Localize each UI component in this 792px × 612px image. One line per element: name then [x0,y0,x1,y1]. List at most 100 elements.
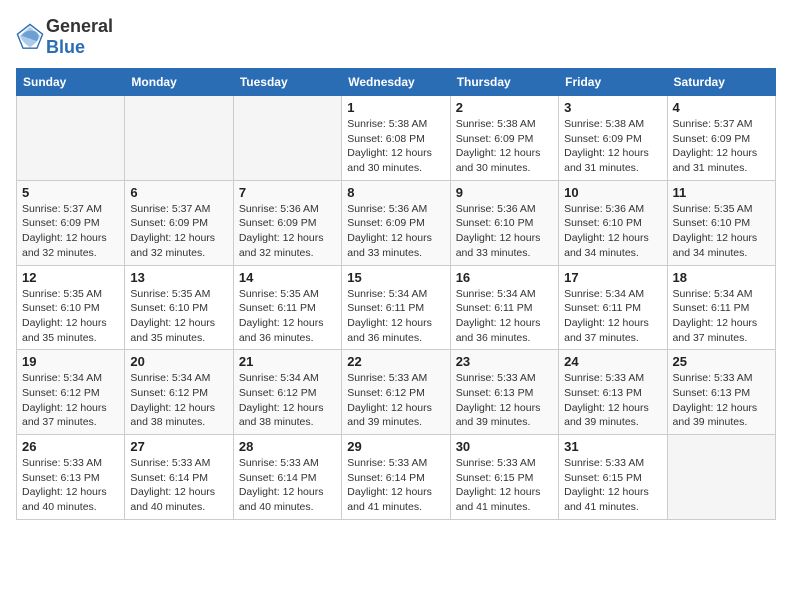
calendar-cell: 21Sunrise: 5:34 AM Sunset: 6:12 PM Dayli… [233,350,341,435]
weekday-header: Friday [559,69,667,96]
day-info: Sunrise: 5:37 AM Sunset: 6:09 PM Dayligh… [130,202,227,261]
day-info: Sunrise: 5:38 AM Sunset: 6:09 PM Dayligh… [456,117,553,176]
calendar-cell: 25 Sunrise: 5:33 AM Sunset: 6:13 PM Dayli… [667,350,775,435]
day-number: 5 [22,185,119,200]
calendar-cell: 8 Sunrise: 5:36 AM Sunset: 6:09 PM Daylig… [342,180,450,265]
day-info: Sunrise: 5:33 AM Sunset: 6:14 PM Dayligh… [347,456,444,515]
day-number: 24 [564,354,661,369]
day-info: Sunrise: 5:33 AM Sunset: 6:14 PM Dayligh… [239,456,336,515]
day-number: 25 [673,354,770,369]
calendar-cell: 1 Sunrise: 5:38 AM Sunset: 6:08 PM Daylig… [342,96,450,181]
calendar-cell: 26Sunrise: 5:33 AM Sunset: 6:13 PM Dayli… [17,435,125,520]
day-number: 15 [347,270,444,285]
day-number: 27 [130,439,227,454]
day-info: Sunrise: 5:38 AM Sunset: 6:08 PM Dayligh… [347,117,444,176]
calendar-cell: 5 Sunrise: 5:37 AM Sunset: 6:09 PM Daylig… [17,180,125,265]
day-info: Sunrise: 5:35 AM Sunset: 6:10 PM Dayligh… [673,202,770,261]
calendar-cell: 15 Sunrise: 5:34 AM Sunset: 6:11 PM Dayli… [342,265,450,350]
calendar-cell [17,96,125,181]
day-number: 17 [564,270,661,285]
day-number: 7 [239,185,336,200]
day-number: 31 [564,439,661,454]
day-info: Sunrise: 5:36 AM Sunset: 6:10 PM Dayligh… [564,202,661,261]
day-info: Sunrise: 5:33 AM Sunset: 6:13 PM Dayligh… [564,371,661,430]
day-number: 22 [347,354,444,369]
weekday-header: Saturday [667,69,775,96]
calendar-cell: 13 Sunrise: 5:35 AM Sunset: 6:10 PM Dayli… [125,265,233,350]
calendar-cell: 6 Sunrise: 5:37 AM Sunset: 6:09 PM Daylig… [125,180,233,265]
calendar-week-row: 12 Sunrise: 5:35 AM Sunset: 6:10 PM Dayli… [17,265,776,350]
day-info: Sunrise: 5:33 AM Sunset: 6:15 PM Dayligh… [564,456,661,515]
day-number: 3 [564,100,661,115]
day-info: Sunrise: 5:33 AM Sunset: 6:13 PM Dayligh… [673,371,770,430]
logo: General Blue [16,16,113,58]
calendar-cell: 7 Sunrise: 5:36 AM Sunset: 6:09 PM Daylig… [233,180,341,265]
day-number: 6 [130,185,227,200]
calendar-cell: 19Sunrise: 5:34 AM Sunset: 6:12 PM Dayli… [17,350,125,435]
calendar-cell: 18 Sunrise: 5:34 AM Sunset: 6:11 PM Dayli… [667,265,775,350]
calendar-cell: 2 Sunrise: 5:38 AM Sunset: 6:09 PM Daylig… [450,96,558,181]
day-info: Sunrise: 5:33 AM Sunset: 6:12 PM Dayligh… [347,371,444,430]
day-number: 2 [456,100,553,115]
calendar-cell: 20 Sunrise: 5:34 AM Sunset: 6:12 PM Dayli… [125,350,233,435]
calendar-cell: 17Sunrise: 5:34 AM Sunset: 6:11 PM Dayli… [559,265,667,350]
calendar-week-row: 19 Sunrise: 5:34 AM Sunset: 6:12 PM Dayli… [17,350,776,435]
day-info: Sunrise: 5:34 AM Sunset: 6:11 PM Dayligh… [347,287,444,346]
day-info: Sunrise: 5:34 AM Sunset: 6:12 PM Dayligh… [239,371,336,430]
day-number: 30 [456,439,553,454]
day-number: 20 [130,354,227,369]
weekday-header: Wednesday [342,69,450,96]
day-number: 8 [347,185,444,200]
weekday-header: Monday [125,69,233,96]
calendar-cell [233,96,341,181]
day-number: 16 [456,270,553,285]
day-info: Sunrise: 5:34 AM Sunset: 6:12 PM Dayligh… [130,371,227,430]
day-number: 10 [564,185,661,200]
logo-icon [16,23,44,51]
day-info: Sunrise: 5:37 AM Sunset: 6:09 PM Dayligh… [22,202,119,261]
day-number: 4 [673,100,770,115]
calendar: SundayMondayTuesdayWednesdayThursdayFrid… [16,68,776,520]
calendar-cell: 28 Sunrise: 5:33 AM Sunset: 6:14 PM Dayli… [233,435,341,520]
calendar-week-row: 26Sunrise: 5:33 AM Sunset: 6:13 PM Dayli… [17,435,776,520]
day-number: 14 [239,270,336,285]
calendar-cell [125,96,233,181]
day-number: 13 [130,270,227,285]
weekday-header: Sunday [17,69,125,96]
calendar-week-row: 5 Sunrise: 5:37 AM Sunset: 6:09 PM Daylig… [17,180,776,265]
day-info: Sunrise: 5:33 AM Sunset: 6:13 PM Dayligh… [22,456,119,515]
day-number: 11 [673,185,770,200]
day-info: Sunrise: 5:37 AM Sunset: 6:09 PM Dayligh… [673,117,770,176]
calendar-cell: 11 Sunrise: 5:35 AM Sunset: 6:10 PM Dayli… [667,180,775,265]
day-number: 28 [239,439,336,454]
calendar-cell: 31 Sunrise: 5:33 AM Sunset: 6:15 PM Dayli… [559,435,667,520]
calendar-cell: 29 Sunrise: 5:33 AM Sunset: 6:14 PM Dayli… [342,435,450,520]
day-number: 29 [347,439,444,454]
day-number: 1 [347,100,444,115]
day-info: Sunrise: 5:35 AM Sunset: 6:10 PM Dayligh… [130,287,227,346]
day-info: Sunrise: 5:36 AM Sunset: 6:10 PM Dayligh… [456,202,553,261]
day-info: Sunrise: 5:35 AM Sunset: 6:11 PM Dayligh… [239,287,336,346]
day-info: Sunrise: 5:38 AM Sunset: 6:09 PM Dayligh… [564,117,661,176]
weekday-header: Thursday [450,69,558,96]
day-info: Sunrise: 5:34 AM Sunset: 6:11 PM Dayligh… [456,287,553,346]
day-info: Sunrise: 5:36 AM Sunset: 6:09 PM Dayligh… [239,202,336,261]
calendar-cell: 16 Sunrise: 5:34 AM Sunset: 6:11 PM Dayli… [450,265,558,350]
day-info: Sunrise: 5:34 AM Sunset: 6:11 PM Dayligh… [673,287,770,346]
calendar-cell: 30 Sunrise: 5:33 AM Sunset: 6:15 PM Dayli… [450,435,558,520]
day-number: 18 [673,270,770,285]
weekday-header: Tuesday [233,69,341,96]
day-number: 9 [456,185,553,200]
calendar-cell: 22 Sunrise: 5:33 AM Sunset: 6:12 PM Dayli… [342,350,450,435]
calendar-cell: 4 Sunrise: 5:37 AM Sunset: 6:09 PM Daylig… [667,96,775,181]
page-header: General Blue [16,16,776,58]
logo-blue: Blue [46,37,85,57]
calendar-cell: 9 Sunrise: 5:36 AM Sunset: 6:10 PM Daylig… [450,180,558,265]
calendar-cell [667,435,775,520]
day-info: Sunrise: 5:36 AM Sunset: 6:09 PM Dayligh… [347,202,444,261]
day-number: 12 [22,270,119,285]
day-info: Sunrise: 5:33 AM Sunset: 6:15 PM Dayligh… [456,456,553,515]
day-number: 19 [22,354,119,369]
calendar-cell: 14 Sunrise: 5:35 AM Sunset: 6:11 PM Dayli… [233,265,341,350]
day-info: Sunrise: 5:35 AM Sunset: 6:10 PM Dayligh… [22,287,119,346]
